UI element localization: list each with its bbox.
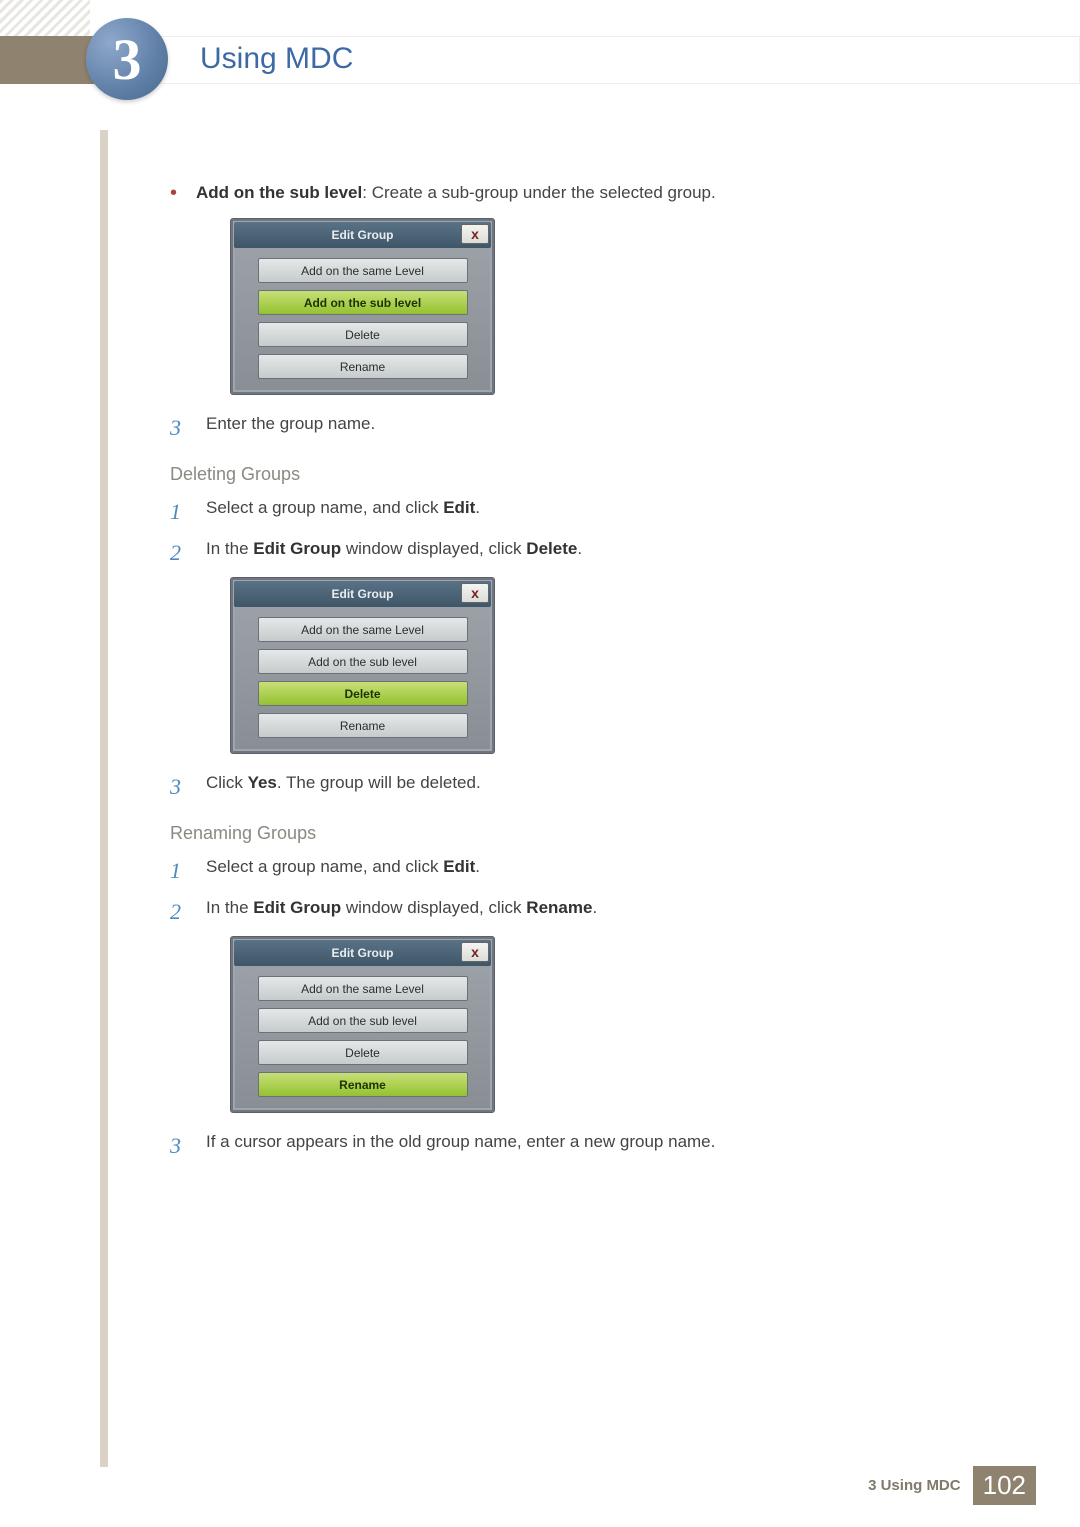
add-same-level-button[interactable]: Add on the same Level (258, 617, 468, 642)
step-number: 3 (170, 1129, 192, 1162)
add-sub-level-button[interactable]: Add on the sub level (258, 290, 468, 315)
footer: 3 Using MDC 102 (856, 1466, 1036, 1505)
edit-group-dialog-delete: Edit Group x Add on the same Level Add o… (230, 577, 495, 754)
step-number: 1 (170, 495, 192, 528)
bullet-text: Add on the sub level: Create a sub-group… (196, 180, 716, 206)
delete-button[interactable]: Delete (258, 681, 468, 706)
step-text: Select a group name, and click Edit. (206, 495, 480, 521)
edit-group-dialog-sublevel: Edit Group x Add on the same Level Add o… (230, 218, 495, 395)
step-item: 2 In the Edit Group window displayed, cl… (170, 895, 980, 928)
close-icon[interactable]: x (461, 583, 489, 603)
rename-button[interactable]: Rename (258, 354, 468, 379)
step-item: 3 Click Yes. The group will be deleted. (170, 770, 980, 803)
step-number: 2 (170, 895, 192, 928)
step-number: 1 (170, 854, 192, 887)
step-item: 2 In the Edit Group window displayed, cl… (170, 536, 980, 569)
step-text: In the Edit Group window displayed, clic… (206, 536, 582, 562)
edit-group-dialog-rename: Edit Group x Add on the same Level Add o… (230, 936, 495, 1113)
step-text: Click Yes. The group will be deleted. (206, 770, 481, 796)
close-icon[interactable]: x (461, 224, 489, 244)
page-number: 102 (973, 1466, 1036, 1505)
step-item: 1 Select a group name, and click Edit. (170, 854, 980, 887)
rename-button[interactable]: Rename (258, 1072, 468, 1097)
bullet-item: • Add on the sub level: Create a sub-gro… (170, 180, 980, 206)
chapter-number: 3 (113, 26, 142, 93)
dialog-title: Edit Group (332, 228, 394, 242)
rename-button[interactable]: Rename (258, 713, 468, 738)
step-item: 3 If a cursor appears in the old group n… (170, 1129, 980, 1162)
subheading-renaming: Renaming Groups (170, 823, 980, 844)
step-item: 1 Select a group name, and click Edit. (170, 495, 980, 528)
step-item: 3 Enter the group name. (170, 411, 980, 444)
dialog-titlebar: Edit Group x (234, 222, 491, 248)
dialog-titlebar: Edit Group x (234, 581, 491, 607)
step-number: 2 (170, 536, 192, 569)
delete-button[interactable]: Delete (258, 1040, 468, 1065)
delete-button[interactable]: Delete (258, 322, 468, 347)
step-number: 3 (170, 770, 192, 803)
bullet-icon: • (170, 180, 178, 206)
close-icon[interactable]: x (461, 942, 489, 962)
add-same-level-button[interactable]: Add on the same Level (258, 976, 468, 1001)
step-text: Enter the group name. (206, 411, 375, 437)
page-content: • Add on the sub level: Create a sub-gro… (170, 180, 980, 1170)
footer-label: 3 Using MDC (856, 1469, 973, 1502)
dialog-title: Edit Group (332, 587, 394, 601)
page-title: Using MDC (200, 42, 353, 76)
step-text: If a cursor appears in the old group nam… (206, 1129, 715, 1155)
step-text: Select a group name, and click Edit. (206, 854, 480, 880)
step-number: 3 (170, 411, 192, 444)
bullet-term: Add on the sub level (196, 183, 362, 202)
add-sub-level-button[interactable]: Add on the sub level (258, 649, 468, 674)
subheading-deleting: Deleting Groups (170, 464, 980, 485)
add-sub-level-button[interactable]: Add on the sub level (258, 1008, 468, 1033)
dialog-title: Edit Group (332, 946, 394, 960)
step-text: In the Edit Group window displayed, clic… (206, 895, 597, 921)
add-same-level-button[interactable]: Add on the same Level (258, 258, 468, 283)
side-stripe (100, 130, 108, 1467)
chapter-badge: 3 (86, 18, 168, 100)
dialog-titlebar: Edit Group x (234, 940, 491, 966)
